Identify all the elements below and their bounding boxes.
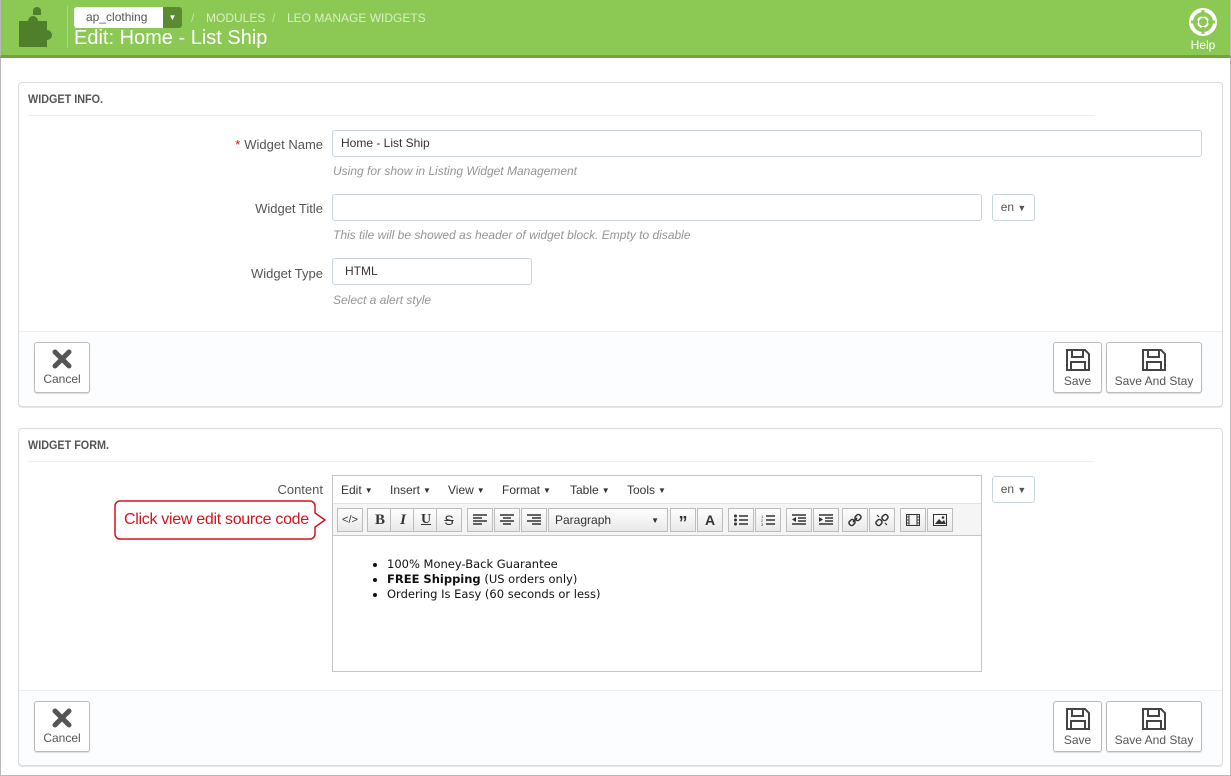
- page-header: ap_clothing ▼ / MODULES / LEO MANAGE WID…: [0, 0, 1231, 58]
- save-icon: [1065, 708, 1090, 730]
- save-icon: [1142, 349, 1166, 371]
- widget-title-language-button[interactable]: en ▼: [992, 194, 1035, 221]
- indent-icon[interactable]: [813, 508, 839, 532]
- text-color-icon[interactable]: A: [697, 508, 723, 532]
- save-and-stay-button[interactable]: Save And Stay: [1106, 342, 1202, 393]
- close-icon: [52, 708, 72, 728]
- breadcrumb-separator: /: [272, 11, 276, 25]
- annotation-callout: Click view edit source code: [114, 500, 327, 540]
- cancel-button[interactable]: Cancel: [34, 342, 90, 393]
- header-divider: [67, 6, 68, 48]
- save-button[interactable]: Save: [1053, 701, 1102, 752]
- unlink-icon[interactable]: [869, 508, 895, 532]
- numbered-list-icon[interactable]: 123: [755, 508, 781, 532]
- close-icon: [52, 349, 72, 369]
- save-icon: [1142, 708, 1166, 730]
- paragraph-format-select[interactable]: Paragraph ▼: [548, 508, 668, 532]
- widget-type-help: Select a alert style: [333, 293, 432, 307]
- widget-title-input[interactable]: [332, 194, 982, 221]
- content-language-button[interactable]: en ▼: [992, 476, 1035, 503]
- chevron-down-icon: ▼: [163, 7, 182, 28]
- align-left-icon[interactable]: [467, 508, 493, 532]
- content-label: Content: [277, 482, 323, 497]
- widget-form-heading: WIDGET FORM.: [28, 429, 1095, 462]
- menu-table[interactable]: Table ▼: [570, 483, 610, 497]
- cancel-button[interactable]: Cancel: [34, 701, 90, 752]
- outdent-icon[interactable]: [786, 508, 812, 532]
- widget-name-input[interactable]: Home - List Ship: [332, 130, 1202, 157]
- help-label: Help: [1190, 38, 1216, 52]
- page-title: Edit: Home - List Ship: [74, 27, 268, 49]
- align-center-icon[interactable]: [494, 508, 520, 532]
- widget-form-panel: WIDGET FORM. Content Edit ▼ Insert ▼ View ▼…: [18, 428, 1223, 766]
- align-right-icon[interactable]: [521, 508, 547, 532]
- widget-form-footer: Cancel Save Save And Stay: [19, 690, 1222, 765]
- shop-selector[interactable]: ap_clothing ▼: [74, 7, 182, 28]
- blockquote-icon[interactable]: ”: [670, 508, 696, 532]
- widget-type-label: Widget Type: [250, 266, 323, 281]
- required-mark: *: [235, 137, 241, 152]
- caret-down-icon: ▼: [1017, 485, 1027, 495]
- widget-info-panel: WIDGET INFO. * Widget Name Home - List Sh…: [18, 82, 1223, 407]
- editor-toolbar: </> B I U S Paragraph ▼ ” A 123: [333, 504, 981, 536]
- image-icon[interactable]: [927, 508, 953, 532]
- save-and-stay-button[interactable]: Save And Stay: [1106, 701, 1202, 752]
- list-item: Ordering Is Easy (60 seconds or less): [387, 587, 601, 602]
- editor-menubar: Edit ▼ Insert ▼ View ▼ Format ▼ Table ▼ Tools…: [333, 476, 981, 504]
- widget-info-footer: Cancel Save Save And Stay: [19, 331, 1222, 406]
- breadcrumb-leo-manage-widgets[interactable]: LEO MANAGE WIDGETS: [287, 11, 426, 25]
- widget-name-label: * Widget Name: [235, 137, 323, 152]
- breadcrumb-modules[interactable]: MODULES: [206, 11, 265, 25]
- puzzle-logo-icon: [19, 7, 52, 47]
- bullet-list-icon[interactable]: [728, 508, 754, 532]
- save-icon: [1065, 349, 1090, 371]
- menu-edit[interactable]: Edit ▼: [341, 483, 373, 497]
- widget-title-label: Widget Title: [255, 201, 323, 216]
- widget-title-help: This tile will be showed as header of wi…: [333, 228, 691, 242]
- menu-format[interactable]: Format ▼: [502, 483, 551, 497]
- source-code-icon[interactable]: </>: [337, 508, 363, 532]
- rich-text-editor: Edit ▼ Insert ▼ View ▼ Format ▼ Table ▼ Tools…: [332, 475, 982, 672]
- caret-down-icon: ▼: [1017, 203, 1027, 213]
- shop-name: ap_clothing: [74, 7, 163, 28]
- media-video-icon[interactable]: [900, 508, 926, 532]
- content-bullet-list: 100% Money-Back Guarantee FREE Shipping …: [387, 557, 601, 602]
- link-icon[interactable]: [842, 508, 868, 532]
- list-item: FREE Shipping (US orders only): [387, 572, 601, 587]
- breadcrumb-separator: /: [191, 11, 195, 25]
- list-item: 100% Money-Back Guarantee: [387, 557, 601, 572]
- menu-insert[interactable]: Insert ▼: [390, 483, 431, 497]
- widget-name-help: Using for show in Listing Widget Managem…: [333, 164, 578, 178]
- strikethrough-icon[interactable]: S: [436, 508, 462, 532]
- help-button[interactable]: Help: [1186, 8, 1220, 52]
- widget-info-heading: WIDGET INFO.: [28, 83, 1095, 116]
- menu-tools[interactable]: Tools ▼: [627, 483, 666, 497]
- menu-view[interactable]: View ▼: [448, 483, 485, 497]
- callout-text: Click view edit source code: [124, 511, 309, 528]
- svg-text:3: 3: [761, 522, 764, 526]
- lifebuoy-icon: [1189, 8, 1217, 36]
- widget-type-field: HTML: [332, 258, 532, 285]
- save-button[interactable]: Save: [1053, 342, 1102, 393]
